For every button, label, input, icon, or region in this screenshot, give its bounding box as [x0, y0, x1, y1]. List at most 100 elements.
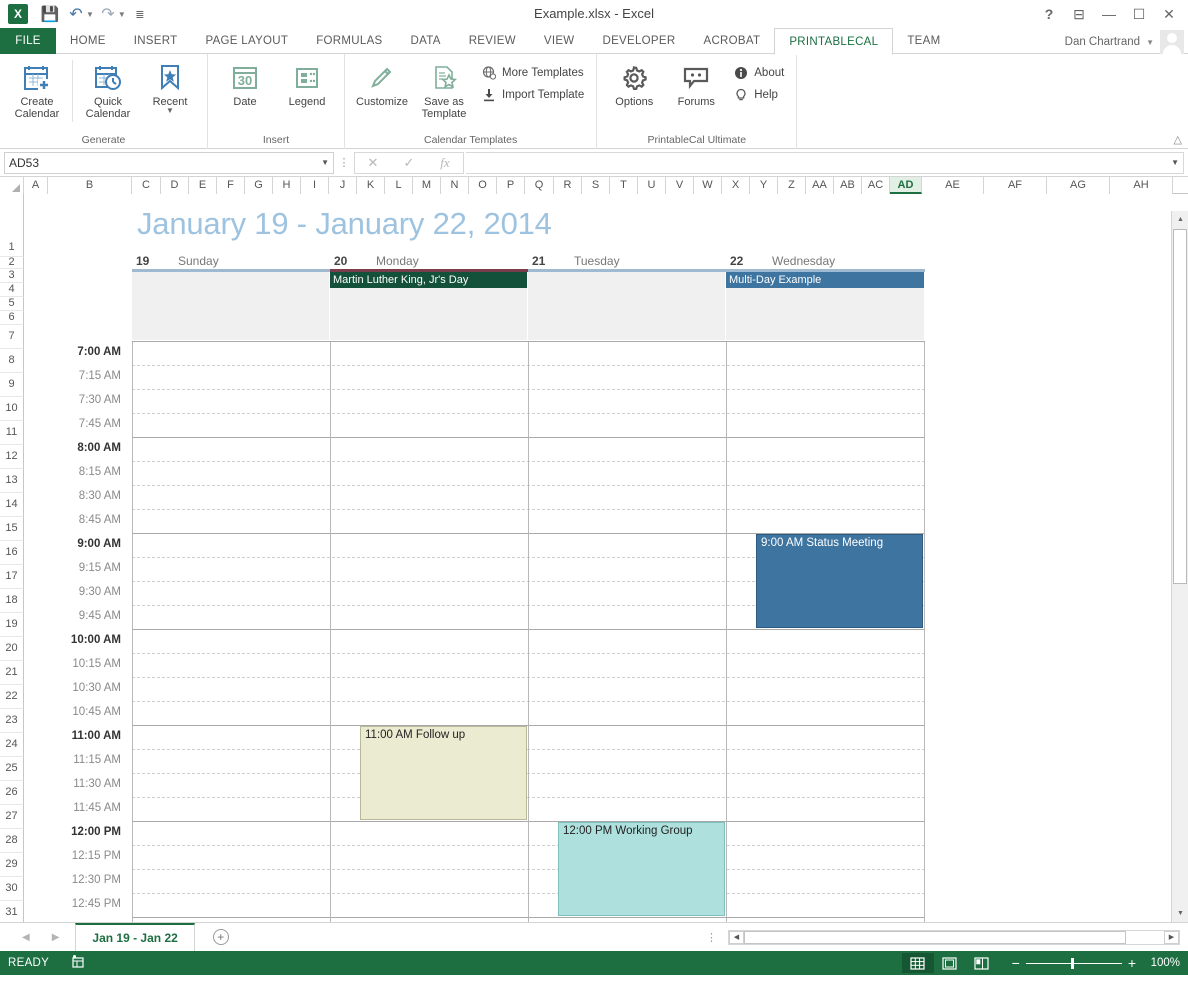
column-header-AC[interactable]: AC: [862, 177, 890, 194]
row-header-6[interactable]: 6: [0, 311, 24, 325]
row-header-28[interactable]: 28: [0, 829, 24, 853]
column-header-A[interactable]: A: [24, 177, 48, 194]
column-header-T[interactable]: T: [610, 177, 638, 194]
ribbon-tab-file[interactable]: FILE: [0, 28, 56, 54]
calendar-all-day-band[interactable]: [528, 272, 726, 340]
cancel-formula-icon[interactable]: ✕: [355, 153, 391, 173]
event-working-group[interactable]: 12:00 PM Working Group: [558, 822, 725, 916]
add-sheet-button[interactable]: +: [212, 929, 229, 945]
column-header-C[interactable]: C: [132, 177, 161, 194]
scroll-down-icon[interactable]: ▼: [1172, 905, 1188, 922]
help-icon[interactable]: ?: [1034, 2, 1064, 26]
more-templates-button[interactable]: More Templates: [475, 62, 590, 84]
row-header-1[interactable]: 1: [0, 194, 24, 257]
close-icon[interactable]: ✕: [1154, 2, 1184, 26]
row-header-11[interactable]: 11: [0, 421, 24, 445]
row-header-10[interactable]: 10: [0, 397, 24, 421]
ribbon-tab-page-layout[interactable]: PAGE LAYOUT: [191, 28, 302, 54]
expand-formula-bar-icon[interactable]: ▼: [1171, 158, 1179, 167]
sheet-scroll-handle[interactable]: ⋮: [706, 931, 717, 944]
create-calendar-button[interactable]: Create Calendar: [6, 58, 68, 120]
column-header-AA[interactable]: AA: [806, 177, 834, 194]
column-header-Q[interactable]: Q: [525, 177, 554, 194]
column-header-K[interactable]: K: [357, 177, 385, 194]
quick-calendar-button[interactable]: Quick Calendar: [77, 58, 139, 120]
horizontal-scrollbar[interactable]: ◀ ▶: [728, 929, 1180, 945]
page-layout-view-button[interactable]: [934, 953, 966, 973]
select-all-corner[interactable]: [0, 177, 24, 194]
ribbon-tab-review[interactable]: REVIEW: [455, 28, 530, 54]
horizontal-scrollbar-track[interactable]: [744, 930, 1164, 944]
column-header-X[interactable]: X: [722, 177, 750, 194]
date-button[interactable]: 30 Date: [214, 58, 276, 108]
row-header-12[interactable]: 12: [0, 445, 24, 469]
column-header-F[interactable]: F: [217, 177, 245, 194]
import-template-button[interactable]: Import Template: [475, 84, 590, 106]
column-header-O[interactable]: O: [469, 177, 497, 194]
event-status-meeting[interactable]: 9:00 AM Status Meeting: [756, 534, 923, 628]
row-header-17[interactable]: 17: [0, 565, 24, 589]
scroll-up-icon[interactable]: ▲: [1172, 211, 1188, 228]
ribbon-display-options-icon[interactable]: ⊟: [1064, 2, 1094, 26]
column-header-AD[interactable]: AD: [890, 177, 922, 194]
formula-input[interactable]: ▼: [466, 151, 1184, 174]
row-header-3[interactable]: 3: [0, 269, 24, 283]
formula-bar-handle[interactable]: ⋮: [334, 156, 354, 169]
account-dropdown-icon[interactable]: ▼: [1146, 38, 1154, 47]
row-header-30[interactable]: 30: [0, 877, 24, 901]
column-header-AG[interactable]: AG: [1047, 177, 1110, 194]
row-header-25[interactable]: 25: [0, 757, 24, 781]
row-header-9[interactable]: 9: [0, 373, 24, 397]
column-header-G[interactable]: G: [245, 177, 273, 194]
row-header-15[interactable]: 15: [0, 517, 24, 541]
ribbon-tab-data[interactable]: DATA: [397, 28, 455, 54]
name-box-dropdown-icon[interactable]: ▼: [321, 158, 329, 167]
row-header-16[interactable]: 16: [0, 541, 24, 565]
column-header-AE[interactable]: AE: [922, 177, 984, 194]
maximize-icon[interactable]: ☐: [1124, 2, 1154, 26]
column-header-M[interactable]: M: [413, 177, 441, 194]
ribbon-tab-team[interactable]: TEAM: [893, 28, 954, 54]
row-header-20[interactable]: 20: [0, 637, 24, 661]
normal-view-button[interactable]: [901, 953, 934, 973]
column-header-Y[interactable]: Y: [750, 177, 778, 194]
prev-sheet-icon[interactable]: ◀: [22, 932, 30, 943]
recent-button[interactable]: Recent ▼: [139, 58, 201, 115]
calendar-all-day-band[interactable]: Martin Luther King, Jr's Day: [330, 272, 528, 340]
sheet-body[interactable]: 7:00 AM 7:15 AM 7:30 AM 7:45 AM 8:00 AM 8:15 …: [24, 194, 1188, 922]
column-header-L[interactable]: L: [385, 177, 413, 194]
column-header-H[interactable]: H: [273, 177, 301, 194]
row-header-13[interactable]: 13: [0, 469, 24, 493]
row-header-23[interactable]: 23: [0, 709, 24, 733]
page-break-view-button[interactable]: [966, 953, 998, 973]
all-day-event[interactable]: Multi-Day Example: [726, 272, 924, 288]
options-button[interactable]: Options: [603, 58, 665, 108]
column-header-N[interactable]: N: [441, 177, 469, 194]
ribbon-tab-insert[interactable]: INSERT: [120, 28, 192, 54]
column-header-I[interactable]: I: [301, 177, 329, 194]
row-header-18[interactable]: 18: [0, 589, 24, 613]
column-header-B[interactable]: B: [48, 177, 132, 194]
row-header-21[interactable]: 21: [0, 661, 24, 685]
sheet-tab-jan19-jan22[interactable]: Jan 19 - Jan 22: [75, 923, 195, 951]
account-area[interactable]: Dan Chartrand ▼: [1065, 30, 1184, 54]
column-header-J[interactable]: J: [329, 177, 357, 194]
scroll-right-icon[interactable]: ▶: [1164, 930, 1179, 944]
column-header-S[interactable]: S: [582, 177, 610, 194]
forums-button[interactable]: Forums: [665, 58, 727, 108]
horizontal-scrollbar-thumb[interactable]: [744, 930, 1127, 944]
column-header-W[interactable]: W: [694, 177, 722, 194]
ribbon-tab-view[interactable]: VIEW: [530, 28, 589, 54]
avatar[interactable]: [1160, 30, 1184, 54]
vertical-scrollbar[interactable]: ▲ ▼: [1171, 211, 1188, 922]
name-box[interactable]: AD53 ▼: [4, 151, 334, 174]
column-header-AB[interactable]: AB: [834, 177, 862, 194]
zoom-in-button[interactable]: +: [1128, 955, 1136, 971]
enter-formula-icon[interactable]: ✓: [391, 153, 427, 173]
row-header-22[interactable]: 22: [0, 685, 24, 709]
customize-button[interactable]: Customize: [351, 58, 413, 108]
ribbon-tab-printablecal[interactable]: PRINTABLECAL: [774, 28, 894, 55]
row-header-5[interactable]: 5: [0, 297, 24, 311]
row-header-24[interactable]: 24: [0, 733, 24, 757]
minimize-icon[interactable]: —: [1094, 2, 1124, 26]
